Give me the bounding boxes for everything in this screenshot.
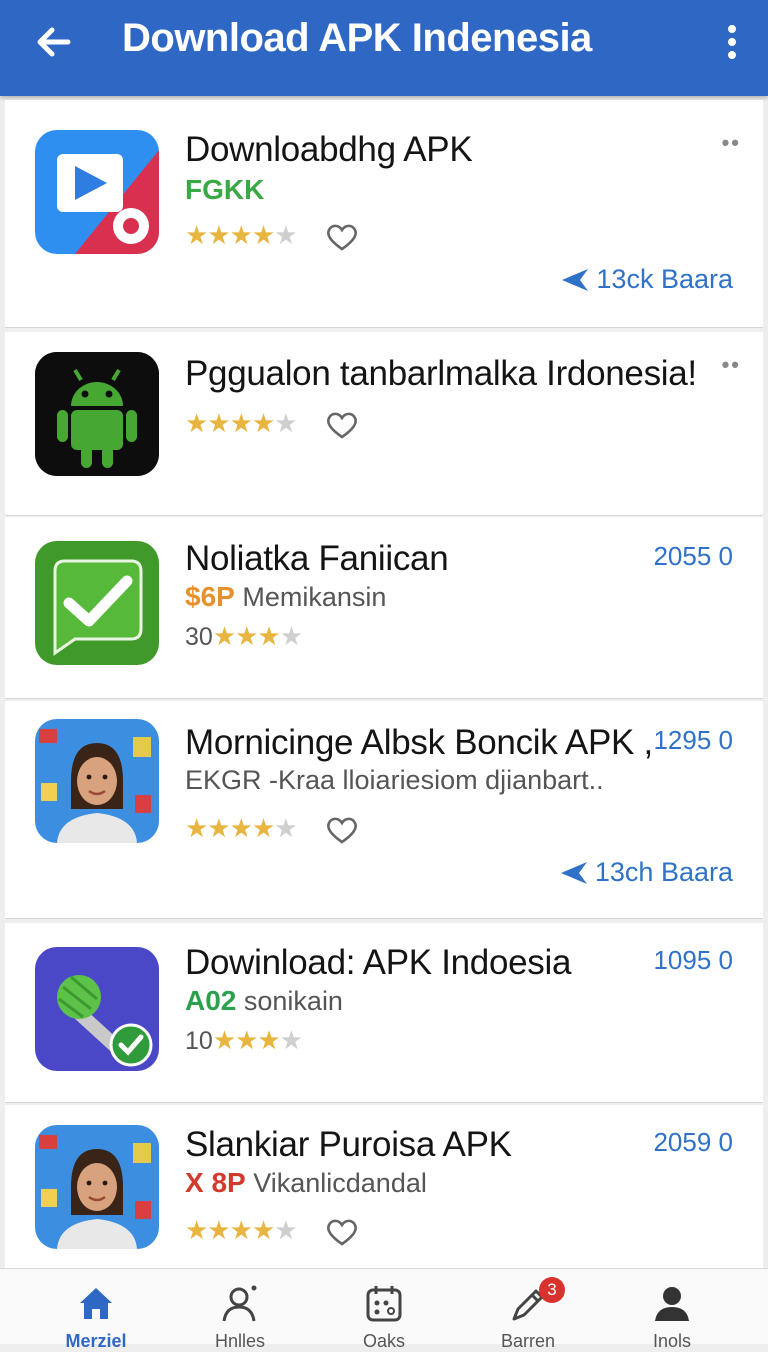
nav-label: Barren (500, 1331, 556, 1351)
app-name: Downloabdhg APK (185, 130, 473, 169)
rating-prefix: 10 (185, 1027, 213, 1055)
woman-portrait-icon (35, 1125, 159, 1249)
card-menu-icon[interactable]: •• (722, 130, 741, 156)
nav-calendar[interactable]: Oaks (329, 1269, 439, 1351)
favorite-heart-icon[interactable] (325, 815, 359, 845)
app-card-1[interactable]: Downloabdhg APK FGKK ★★★★★ •• 13ck Baara (5, 100, 763, 328)
person-icon (222, 1285, 257, 1322)
download-count: 2059 0 (653, 1127, 733, 1157)
rating-stars: 10★★★★ (185, 1025, 303, 1055)
rating-stars: ★★★★★ (185, 1215, 298, 1245)
app-name: Slankiar Puroisa APK (185, 1125, 512, 1164)
woman-portrait-icon (35, 719, 159, 843)
download-count: 1095 0 (653, 945, 733, 975)
nav-home[interactable]: Merziel (41, 1269, 151, 1351)
back-arrow-icon[interactable] (30, 22, 78, 62)
play-store-icon (35, 130, 159, 254)
app-subtitle: $6P Memikansin (185, 581, 386, 613)
nav-label: Merziel (65, 1331, 127, 1351)
favorite-heart-icon[interactable] (325, 222, 359, 252)
notification-badge: 3 (539, 1277, 565, 1303)
app-card-2[interactable]: Pggualon tanbarlmalka Irdonesia! ★★★★★ •… (5, 332, 763, 516)
app-code-text: $6P (185, 581, 235, 612)
app-name: Dowinload: APK Indoesia (185, 943, 572, 982)
app-desc: Vikanlicdandal (253, 1168, 427, 1198)
app-card-5[interactable]: Dowinload: APK Indoesia A02 sonikain 10★… (5, 923, 763, 1103)
android-icon (35, 352, 159, 476)
card-menu-icon[interactable]: •• (722, 352, 741, 378)
app-code-text: X 8P (185, 1167, 246, 1198)
app-bar: Download APK Indenesia (0, 0, 768, 96)
checkmark-icon (35, 541, 159, 665)
nav-account[interactable]: Inols (617, 1269, 727, 1351)
nav-label: Inols (652, 1331, 692, 1351)
page-title: Download APK Indenesia (122, 16, 592, 60)
nav-people[interactable]: Hnlles (185, 1269, 295, 1351)
download-count: 2055 0 (653, 541, 733, 571)
nav-label: Hnlles (214, 1331, 266, 1351)
app-desc: Memikansin (242, 582, 387, 612)
app-code-text: FGKK (185, 174, 265, 205)
app-code-text: A02 (185, 985, 237, 1016)
app-desc: EKGR -Kraa lloiariesiom djianbart.. (185, 765, 604, 795)
app-subtitle: EKGR -Kraa lloiariesiom djianbart.. (185, 765, 604, 796)
favorite-heart-icon[interactable] (325, 410, 359, 440)
app-name: Noliatka Faniican (185, 539, 449, 578)
rating-stars: ★★★★★ (185, 813, 298, 843)
rating-stars: 30★★★★ (185, 621, 303, 651)
nav-edit[interactable]: 3 Barren (473, 1269, 583, 1351)
app-card-6[interactable]: Slankiar Puroisa APK X 8P Vikanlicdandal… (5, 1105, 763, 1268)
sponsor-label: 13ck Baara (596, 264, 733, 294)
sparkle-icon (562, 268, 589, 291)
app-card-4[interactable]: Mornicinge Albsk Boncik APK , EKGR -Kraa… (5, 701, 763, 919)
app-card-3[interactable]: Noliatka Faniican $6P Memikansin 30★★★★ … (5, 517, 763, 699)
more-options-icon[interactable] (716, 20, 748, 64)
favorite-heart-icon[interactable] (325, 1217, 359, 1247)
download-count: 1295 0 (653, 725, 733, 755)
app-name: Pggualon tanbarlmalka Irdonesia! (185, 354, 697, 393)
account-icon (655, 1287, 689, 1321)
app-name: Mornicinge Albsk Boncik APK , (185, 723, 653, 762)
calendar-icon (366, 1286, 402, 1322)
microphone-icon (35, 947, 159, 1071)
nav-label: Oaks (362, 1331, 405, 1351)
rating-stars: ★★★★★ (185, 220, 298, 250)
rating-prefix: 30 (185, 623, 213, 651)
sparkle-icon (560, 861, 587, 884)
sponsor-link[interactable]: 13ch Baara (559, 857, 733, 888)
rating-stars: ★★★★★ (185, 408, 298, 438)
sponsor-label: 13ch Baara (594, 857, 733, 887)
app-subtitle: A02 sonikain (185, 985, 343, 1017)
home-icon (80, 1288, 112, 1319)
app-desc: sonikain (243, 986, 343, 1016)
app-subtitle: X 8P Vikanlicdandal (185, 1167, 427, 1199)
app-code: FGKK (185, 174, 264, 206)
sponsor-link[interactable]: 13ck Baara (560, 264, 733, 295)
bottom-nav: Merziel Hnlles Oaks 3 Barren Inols (0, 1268, 768, 1351)
